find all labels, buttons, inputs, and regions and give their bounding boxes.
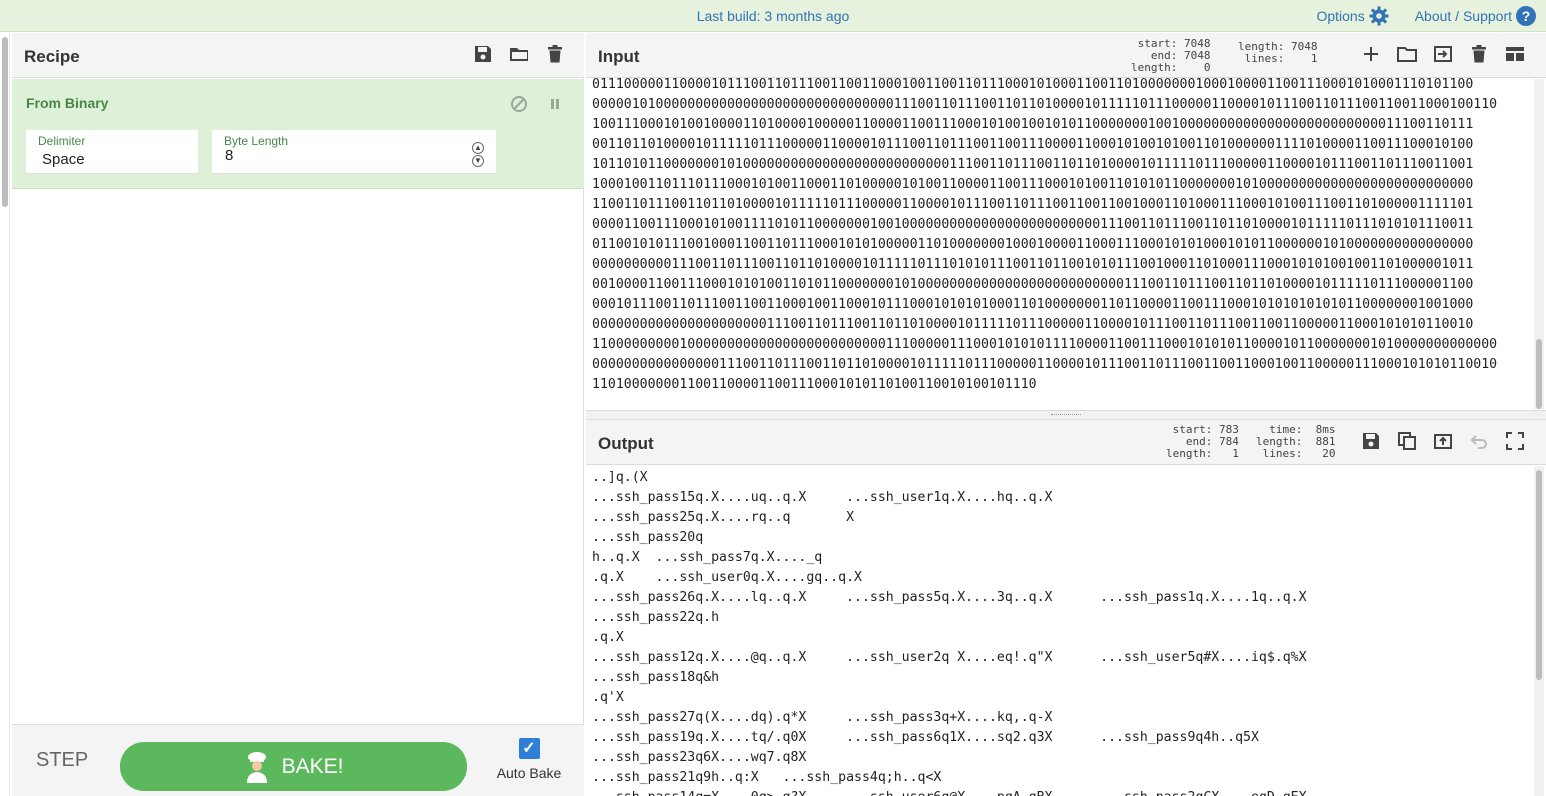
input-text-line: 0111000001100001011100110111001100110001… <box>592 77 1474 92</box>
output-text-line: .q.X ...ssh_user0q.X....gq..q.X <box>592 570 862 585</box>
byte-length-label: Byte Length <box>224 134 289 148</box>
input-header: Input start: 7048 end: 7048 length: 0 le… <box>586 33 1546 78</box>
auto-bake-toggle[interactable]: ✓ Auto Bake <box>496 738 562 781</box>
input-text-line: 0000000000000000000000111001101110011011… <box>592 317 1474 332</box>
pause-icon[interactable] <box>544 93 566 115</box>
input-text-line: 0011011010000101111101110000011000010111… <box>592 137 1474 152</box>
operation-from-binary[interactable]: From Binary Delimiter Space Byte Length … <box>12 79 584 189</box>
output-text-line: h..q.X ...ssh_pass7q.X...._q <box>592 550 823 565</box>
about-label: About / Support <box>1414 8 1512 24</box>
input-text-line: 0000000000111001101110011011010000101111… <box>592 257 1474 272</box>
output-text-line: ...ssh_pass27q(X....dq).q*X ...ssh_pass3… <box>592 710 1053 725</box>
input-text-line: 1001110001010010000110100001000001100001… <box>592 117 1474 132</box>
delimiter-value: Space <box>42 151 85 168</box>
byte-length-field[interactable]: Byte Length 8 ▲ ▼ <box>212 130 496 174</box>
output-text-line: ...ssh_pass15q.X....uq..q.X ...ssh_user1… <box>592 490 1053 505</box>
input-text-line: 0000000000000000111001101110011011010000… <box>592 357 1498 372</box>
folder-icon[interactable] <box>508 43 530 65</box>
question-icon: ? <box>1516 6 1536 26</box>
gear-icon <box>1369 6 1389 26</box>
trash-icon[interactable] <box>1468 43 1490 65</box>
output-textarea[interactable]: ..]q.(X ...ssh_pass15q.X....uq..q.X ...ss… <box>592 468 1532 796</box>
replace-input-icon[interactable] <box>1432 430 1454 452</box>
step-button[interactable]: STEP <box>36 749 88 772</box>
recipe-footer: STEP BAKE! ✓ Auto Bake <box>12 724 584 796</box>
input-text-line: 1011010110000000101000000000000000000000… <box>592 157 1474 172</box>
top-banner: Last build: 3 months ago Options About /… <box>0 0 1546 32</box>
copy-icon[interactable] <box>1396 430 1418 452</box>
auto-bake-label: Auto Bake <box>496 765 562 781</box>
left-scrollbar[interactable] <box>0 33 10 796</box>
output-text-line: .q'X <box>592 690 624 705</box>
byte-length-stepper[interactable]: ▲ ▼ <box>472 142 484 167</box>
input-text-line: 0001011100110111001100110001001100010111… <box>592 297 1474 312</box>
output-text-line: ...ssh_pass20q <box>592 530 704 545</box>
output-text-line: ...ssh_pass21q9h..q:X ...ssh_pass4q;h..q… <box>592 770 942 785</box>
input-text-line: 0000110011100010100111101011000000010010… <box>592 217 1474 232</box>
input-text-line: 1101000000011001100001100111000101011010… <box>592 377 1037 392</box>
output-length-stats: time: 8ms length: 881 lines: 20 <box>1256 423 1336 460</box>
recipe-panel: Recipe From Binary Delimiter Space Byte … <box>12 33 584 796</box>
output-text-line: .q.X <box>592 630 624 645</box>
output-selection-stats: start: 783 end: 784 length: 1 <box>1166 423 1239 460</box>
output-title: Output <box>598 434 654 453</box>
maximize-icon[interactable] <box>1504 430 1526 452</box>
save-icon[interactable] <box>472 43 494 65</box>
output-text-line: ...ssh_pass26q.X....lq..q.X ...ssh_pass5… <box>592 590 1307 605</box>
input-scrollbar[interactable] <box>1534 79 1544 409</box>
output-text-line: ...ssh_pass19q.X....tq/.q0X ...ssh_pass6… <box>592 730 1259 745</box>
chef-icon <box>244 751 270 783</box>
options-link[interactable]: Options <box>1316 6 1389 26</box>
save-icon[interactable] <box>1360 430 1382 452</box>
undo-icon[interactable] <box>1468 430 1490 452</box>
input-panel: Input start: 7048 end: 7048 length: 0 le… <box>586 33 1546 410</box>
checkbox-checked-icon[interactable]: ✓ <box>518 738 540 759</box>
recipe-title: Recipe <box>24 47 80 66</box>
scrollbar-thumb[interactable] <box>1536 470 1542 680</box>
chevron-down-icon[interactable]: ▼ <box>472 155 484 167</box>
input-selection-stats: start: 7048 end: 7048 length: 0 <box>1131 37 1211 74</box>
input-icon[interactable] <box>1432 43 1454 65</box>
input-text-line: 0010000110011100010101001101011000000010… <box>592 277 1474 292</box>
folder-icon[interactable] <box>1396 43 1418 65</box>
input-text-line: 1100000000010000000000000000000000000111… <box>592 337 1498 352</box>
input-textarea[interactable]: 0111000001100001011100110111001100110001… <box>592 75 1532 409</box>
input-title: Input <box>598 47 640 66</box>
panel-resize-divider[interactable] <box>586 410 1546 420</box>
delimiter-field[interactable]: Delimiter Space <box>26 130 198 174</box>
layout-icon[interactable] <box>1504 43 1526 65</box>
output-text-line: ..]q.(X <box>592 470 648 485</box>
chevron-up-icon[interactable]: ▲ <box>472 142 484 154</box>
output-panel: Output start: 783 end: 784 length: 1 tim… <box>586 420 1546 796</box>
output-header: Output start: 783 end: 784 length: 1 tim… <box>586 420 1546 465</box>
scrollbar-thumb[interactable] <box>1536 339 1542 409</box>
output-text-line: ...ssh_pass12q.X....@q..q.X ...ssh_user2… <box>592 650 1307 665</box>
bake-label: BAKE! <box>281 754 344 778</box>
about-support-link[interactable]: About / Support ? <box>1415 6 1536 26</box>
scrollbar-thumb[interactable] <box>2 37 8 207</box>
operation-title: From Binary <box>26 95 109 111</box>
input-text-line: 0110010101110010001100110111000101010000… <box>592 237 1474 252</box>
disable-icon[interactable] <box>508 93 530 115</box>
trash-icon[interactable] <box>544 43 566 65</box>
bake-button[interactable]: BAKE! <box>120 742 467 791</box>
output-text-line: ...ssh_pass25q.X....rq..q X <box>592 510 855 525</box>
output-text-line: ...ssh_pass18q&h <box>592 670 720 685</box>
recipe-header: Recipe <box>12 33 584 78</box>
last-build-text: Last build: 3 months ago <box>696 8 850 24</box>
output-text-line: ...ssh_pass14q=X....0q>.q?X ...ssh_user6… <box>592 788 1532 796</box>
options-label: Options <box>1316 8 1365 24</box>
resize-grip[interactable] <box>1051 414 1081 416</box>
output-text-line: ...ssh_pass22q.h <box>592 610 720 625</box>
byte-length-value: 8 <box>225 147 234 164</box>
plus-icon[interactable] <box>1360 43 1382 65</box>
output-scrollbar[interactable] <box>1534 466 1544 796</box>
input-text-line: 1100110111001101101000010111110111000001… <box>592 197 1474 212</box>
delimiter-label: Delimiter <box>38 134 86 148</box>
output-text-line: ...ssh_pass23q6X....wq7.q8X <box>592 750 807 765</box>
input-text-line: 0000010100000000000000000000000000000011… <box>592 97 1498 112</box>
input-text-line: 1000100110111011100010100110001101000001… <box>592 177 1474 192</box>
input-length-stats: length: 7048 lines: 1 <box>1238 40 1318 65</box>
